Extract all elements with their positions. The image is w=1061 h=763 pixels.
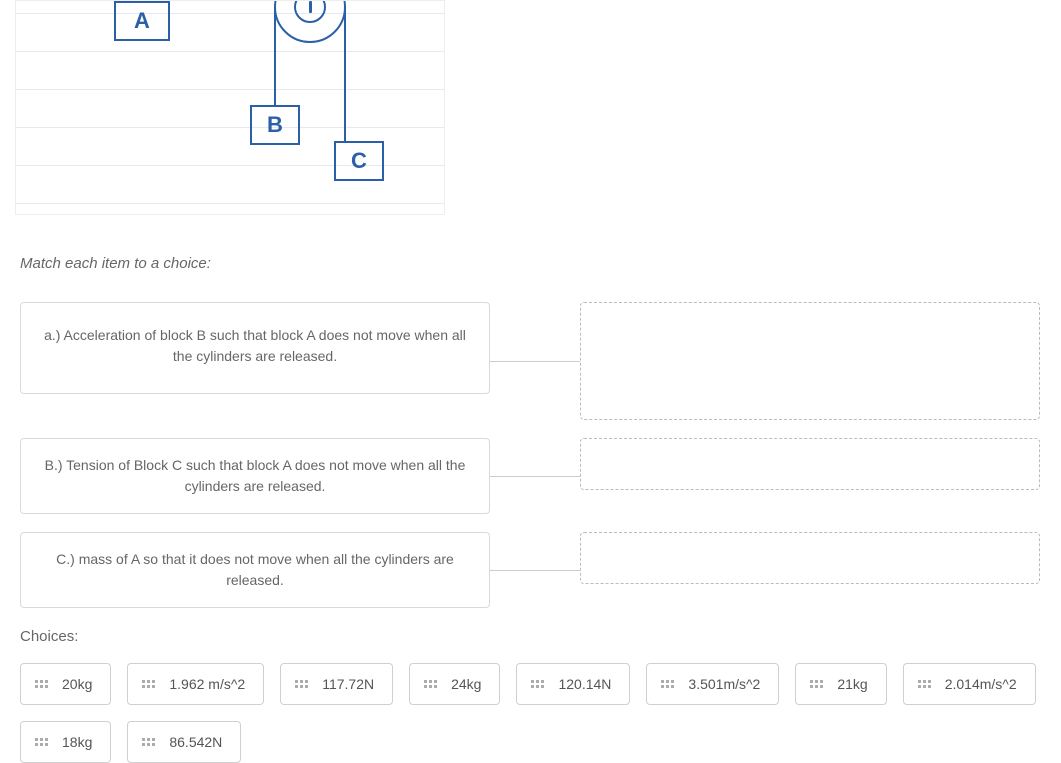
- choice-chip[interactable]: 21kg: [795, 663, 886, 705]
- drag-handle-icon: [661, 680, 674, 688]
- choice-chip[interactable]: 2.014m/s^2: [903, 663, 1036, 705]
- choice-chip[interactable]: 117.72N: [280, 663, 393, 705]
- choice-chip[interactable]: 3.501m/s^2: [646, 663, 779, 705]
- choice-chip[interactable]: 24kg: [409, 663, 500, 705]
- drag-handle-icon: [810, 680, 823, 688]
- block-a-label: A: [134, 8, 150, 34]
- instruction-text: Match each item to a choice:: [20, 255, 1061, 272]
- prompt-b: B.) Tension of Block C such that block A…: [20, 438, 490, 514]
- block-b: B: [250, 105, 300, 145]
- drag-handle-icon: [295, 680, 308, 688]
- choice-label: 18kg: [62, 734, 92, 750]
- match-row: a.) Acceleration of block B such that bl…: [20, 302, 1040, 420]
- drop-zone-c[interactable]: [580, 532, 1040, 584]
- choice-label: 1.962 m/s^2: [169, 676, 245, 692]
- drop-zone-a[interactable]: [580, 302, 1040, 420]
- choice-label: 86.542N: [169, 734, 222, 750]
- choice-label: 2.014m/s^2: [945, 676, 1017, 692]
- block-a: A: [114, 1, 170, 41]
- choice-label: 24kg: [451, 676, 481, 692]
- drag-handle-icon: [918, 680, 931, 688]
- drag-handle-icon: [35, 738, 48, 746]
- choice-label: 21kg: [837, 676, 867, 692]
- physics-diagram: A B C: [15, 0, 445, 215]
- choice-chip[interactable]: 18kg: [20, 721, 111, 763]
- choice-label: 117.72N: [322, 676, 374, 692]
- prompt-c: C.) mass of A so that it does not move w…: [20, 532, 490, 608]
- choices-container: 20kg 1.962 m/s^2 117.72N 24kg 120.14N 3.…: [20, 663, 1040, 763]
- block-c-label: C: [351, 148, 367, 174]
- drag-handle-icon: [424, 680, 437, 688]
- drag-handle-icon: [142, 680, 155, 688]
- drag-handle-icon: [35, 680, 48, 688]
- choice-chip[interactable]: 20kg: [20, 663, 111, 705]
- choice-chip[interactable]: 120.14N: [516, 663, 630, 705]
- match-area: a.) Acceleration of block B such that bl…: [20, 302, 1040, 608]
- block-b-label: B: [267, 112, 283, 138]
- choices-label: Choices:: [20, 628, 1061, 645]
- drop-zone-b[interactable]: [580, 438, 1040, 490]
- prompt-a: a.) Acceleration of block B such that bl…: [20, 302, 490, 394]
- drag-handle-icon: [142, 738, 155, 746]
- drag-handle-icon: [531, 680, 544, 688]
- choice-chip[interactable]: 1.962 m/s^2: [127, 663, 264, 705]
- match-row: C.) mass of A so that it does not move w…: [20, 532, 1040, 608]
- choice-chip[interactable]: 86.542N: [127, 721, 241, 763]
- match-row: B.) Tension of Block C such that block A…: [20, 438, 1040, 514]
- choice-label: 120.14N: [558, 676, 611, 692]
- block-c: C: [334, 141, 384, 181]
- choice-label: 3.501m/s^2: [688, 676, 760, 692]
- choice-label: 20kg: [62, 676, 92, 692]
